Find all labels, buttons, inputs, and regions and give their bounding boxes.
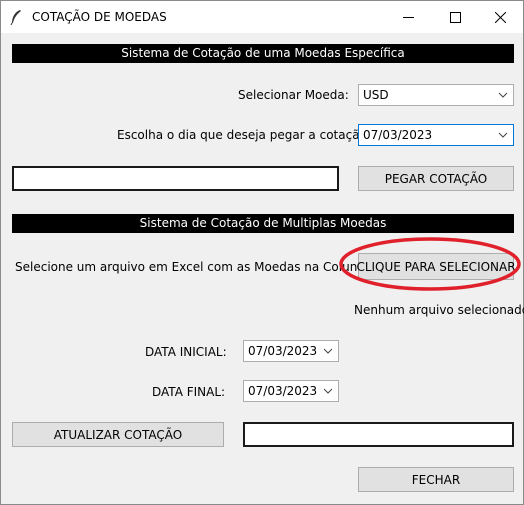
date-value: 07/03/2023	[363, 128, 433, 142]
start-date-value: 07/03/2023	[248, 344, 318, 358]
date-label: Escolha o dia que deseja pegar a cotação…	[117, 128, 371, 142]
file-label: Selecione um arquivo em Excel com as Moe…	[15, 260, 381, 274]
quote-result-field[interactable]	[12, 166, 339, 191]
window-title: COTAÇÃO DE MOEDAS	[32, 10, 167, 24]
feather-icon	[10, 10, 21, 25]
chevron-down-icon	[323, 388, 333, 394]
file-status: Nenhum arquivo selecionado	[354, 303, 524, 317]
maximize-icon	[449, 11, 461, 23]
close-window-button[interactable]	[477, 1, 523, 33]
currency-select[interactable]: USD	[358, 84, 514, 106]
chevron-down-icon	[498, 132, 508, 138]
start-date-label: DATA INICIAL:	[145, 345, 227, 359]
chevron-down-icon	[498, 92, 508, 98]
currency-value: USD	[363, 88, 389, 102]
chevron-down-icon	[323, 348, 333, 354]
minimize-button[interactable]	[385, 1, 431, 33]
fetch-quote-button[interactable]: PEGAR COTAÇÃO	[358, 166, 514, 191]
start-date-select[interactable]: 07/03/2023	[243, 340, 339, 362]
update-status-field[interactable]	[243, 422, 514, 447]
minimize-icon	[402, 16, 414, 18]
end-date-value: 07/03/2023	[248, 384, 318, 398]
close-icon	[494, 11, 506, 23]
end-date-label: DATA FINAL:	[152, 385, 226, 399]
close-button[interactable]: FECHAR	[358, 467, 514, 492]
currency-label: Selecionar Moeda:	[238, 88, 349, 102]
end-date-select[interactable]: 07/03/2023	[243, 380, 339, 402]
update-quote-button[interactable]: ATUALIZAR COTAÇÃO	[12, 422, 224, 447]
maximize-button[interactable]	[432, 1, 478, 33]
multiple-currency-banner: Sistema de Cotação de Multiplas Moedas	[12, 214, 514, 233]
app-window: COTAÇÃO DE MOEDAS Sistema de Cotação de …	[0, 0, 524, 505]
title-bar: COTAÇÃO DE MOEDAS	[1, 1, 523, 33]
date-select[interactable]: 07/03/2023	[358, 124, 514, 146]
single-currency-banner: Sistema de Cotação de uma Moedas Específ…	[12, 44, 514, 63]
select-file-button[interactable]: CLIQUE PARA SELECIONAR	[356, 253, 516, 280]
